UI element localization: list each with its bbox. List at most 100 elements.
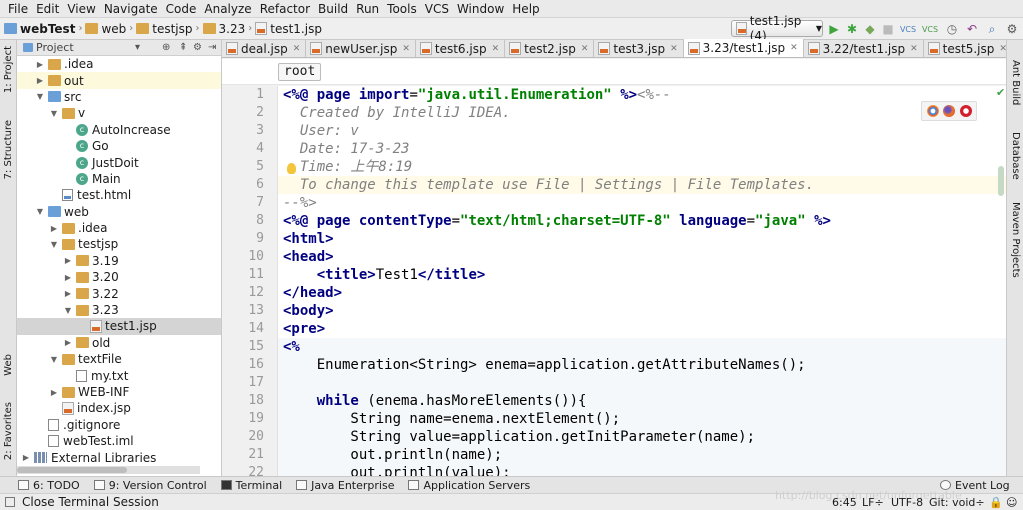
inspector-icon[interactable]: ☺ <box>1006 496 1017 509</box>
collapse-arrow-icon[interactable]: ▼ <box>49 240 59 249</box>
stop-button[interactable]: ■ <box>880 21 896 37</box>
tree-item[interactable]: ▼ textFile <box>17 351 221 367</box>
menu-run[interactable]: Run <box>352 0 383 18</box>
menu-refactor[interactable]: Refactor <box>256 0 314 18</box>
close-tab-icon[interactable]: ✕ <box>402 44 410 54</box>
tree-item[interactable]: ▼ 3.23 <box>17 302 221 318</box>
editor-breadcrumb-root[interactable]: root <box>278 63 322 81</box>
tool-tab-structure[interactable]: 7: Structure <box>0 120 17 179</box>
tree-item[interactable]: ▶ 3.20 <box>17 269 221 285</box>
vcs-update-button[interactable]: VCS <box>900 21 916 37</box>
lock-icon[interactable]: 🔒 <box>989 496 1003 509</box>
lightbulb-icon[interactable] <box>287 163 296 174</box>
tool-tab-database[interactable]: Database <box>1007 132 1023 180</box>
tree-item[interactable]: c Main <box>17 171 221 187</box>
collapse-arrow-icon[interactable]: ▼ <box>49 355 59 364</box>
editor-tab[interactable]: 3.22/test1.jsp ✕ <box>803 40 924 57</box>
menu-code[interactable]: Code <box>162 0 201 18</box>
hide-icon[interactable]: ⇥ <box>208 42 216 53</box>
editor-tab[interactable]: test6.jsp ✕ <box>415 40 506 57</box>
editor-tab[interactable]: 3.23/test1.jsp ✕ <box>683 39 804 57</box>
tree-item[interactable]: ▼ web <box>17 204 221 220</box>
code-editor[interactable]: <%@ page import="java.util.Enumeration" … <box>278 86 1006 476</box>
close-tab-icon[interactable]: ✕ <box>670 44 678 54</box>
expand-arrow-icon[interactable]: ▶ <box>63 256 73 265</box>
tool-tab-version-control[interactable]: 9: Version Control <box>93 479 207 492</box>
collapse-arrow-icon[interactable]: ▼ <box>35 207 45 216</box>
tree-item[interactable]: ▶ .idea <box>17 56 221 72</box>
chevron-down-icon[interactable]: ▾ <box>135 42 140 53</box>
menu-file[interactable]: File <box>4 0 32 18</box>
tool-tab-todo[interactable]: 6: TODO <box>18 479 80 492</box>
line-separator[interactable]: LF÷ <box>862 496 884 509</box>
menu-build[interactable]: Build <box>314 0 352 18</box>
tree-item[interactable]: ▶ 3.19 <box>17 253 221 269</box>
collapse-icon[interactable]: ⇞ <box>179 42 187 53</box>
vcs-commit-button[interactable]: VCS <box>922 21 938 37</box>
editor-tab[interactable]: test3.jsp ✕ <box>594 40 684 57</box>
breadcrumb-item[interactable]: testjsp <box>136 22 193 36</box>
tree-item[interactable]: c AutoIncrease <box>17 122 221 138</box>
editor-vertical-scrollbar[interactable] <box>996 86 1006 476</box>
menu-edit[interactable]: Edit <box>32 0 63 18</box>
expand-arrow-icon[interactable]: ▶ <box>63 338 73 347</box>
tree-item[interactable]: ▶ old <box>17 335 221 351</box>
git-branch[interactable]: Git: void÷ <box>929 496 985 509</box>
tool-tab-application-servers[interactable]: Application Servers <box>408 479 530 492</box>
collapse-arrow-icon[interactable]: ▼ <box>63 306 73 315</box>
editor-tab[interactable]: test2.jsp ✕ <box>505 40 595 57</box>
run-configuration-select[interactable]: test1.jsp (4) ▼ <box>731 14 823 43</box>
tree-item[interactable]: c JustDoit <box>17 154 221 170</box>
expand-arrow-icon[interactable]: ▶ <box>21 453 31 462</box>
tool-tab-maven-projects[interactable]: Maven Projects <box>1007 202 1023 278</box>
settings-icon[interactable]: ⚙ <box>1004 21 1020 37</box>
collapse-arrow-icon[interactable]: ▼ <box>49 109 59 118</box>
editor-tab[interactable]: deal.jsp ✕ <box>222 40 307 57</box>
file-encoding[interactable]: UTF-8 <box>891 496 923 509</box>
tree-item[interactable]: ▼ v <box>17 105 221 121</box>
tree-item[interactable]: webTest.iml <box>17 433 221 449</box>
tree-item[interactable]: my.txt <box>17 367 221 383</box>
menu-navigate[interactable]: Navigate <box>100 0 162 18</box>
menu-help[interactable]: Help <box>508 0 543 18</box>
tree-item[interactable]: index.jsp <box>17 400 221 416</box>
opera-icon[interactable] <box>959 105 972 117</box>
tool-tab-project[interactable]: 1: Project <box>0 46 17 93</box>
tool-tab-favorites[interactable]: 2: Favorites <box>0 402 17 460</box>
gear-icon[interactable]: ⚙ <box>193 42 202 53</box>
tree-item[interactable]: ▶ out <box>17 72 221 89</box>
menu-window[interactable]: Window <box>453 0 508 18</box>
tool-tab-ant-build[interactable]: Ant Build <box>1007 60 1023 105</box>
expand-arrow-icon[interactable]: ▶ <box>49 224 59 233</box>
tree-item[interactable]: test.html <box>17 187 221 203</box>
tree-item[interactable]: test1.jsp <box>17 318 221 335</box>
tree-item[interactable]: ▶ .idea <box>17 220 221 236</box>
debug-button[interactable]: ✱ <box>844 21 860 37</box>
coverage-button[interactable]: ◆ <box>862 21 878 37</box>
chrome-icon[interactable] <box>926 105 939 117</box>
breadcrumb-item[interactable]: webTest <box>4 22 75 36</box>
collapse-arrow-icon[interactable]: ▼ <box>35 92 45 101</box>
tree-item[interactable]: ▼ src <box>17 89 221 105</box>
search-everywhere-icon[interactable]: ⌕ <box>984 21 1000 37</box>
menu-analyze[interactable]: Analyze <box>200 0 255 18</box>
close-tab-icon[interactable]: ✕ <box>910 44 918 54</box>
revert-icon[interactable]: ↶ <box>964 21 980 37</box>
expand-arrow-icon[interactable]: ▶ <box>49 388 59 397</box>
breadcrumb-item[interactable]: web <box>85 22 126 36</box>
breadcrumb-item[interactable]: test1.jsp <box>255 22 322 36</box>
expand-arrow-icon[interactable]: ▶ <box>63 289 73 298</box>
menu-tools[interactable]: Tools <box>383 0 421 18</box>
close-tab-icon[interactable]: ✕ <box>581 44 589 54</box>
caret-position[interactable]: 6:45 <box>832 496 857 509</box>
breadcrumb-item[interactable]: 3.23 <box>202 22 245 36</box>
editor-tab[interactable]: test5.jsp ✕ <box>923 40 1013 57</box>
editor-tab[interactable]: newUser.jsp ✕ <box>306 40 416 57</box>
tree-item[interactable]: ▼ testjsp <box>17 236 221 252</box>
menu-view[interactable]: View <box>63 0 99 18</box>
tool-windows-icon[interactable] <box>5 497 15 507</box>
tool-tab-java-enterprise[interactable]: Java Enterprise <box>296 479 394 492</box>
expand-arrow-icon[interactable]: ▶ <box>63 273 73 282</box>
run-button[interactable]: ▶ <box>826 21 842 37</box>
history-icon[interactable]: ◷ <box>944 21 960 37</box>
